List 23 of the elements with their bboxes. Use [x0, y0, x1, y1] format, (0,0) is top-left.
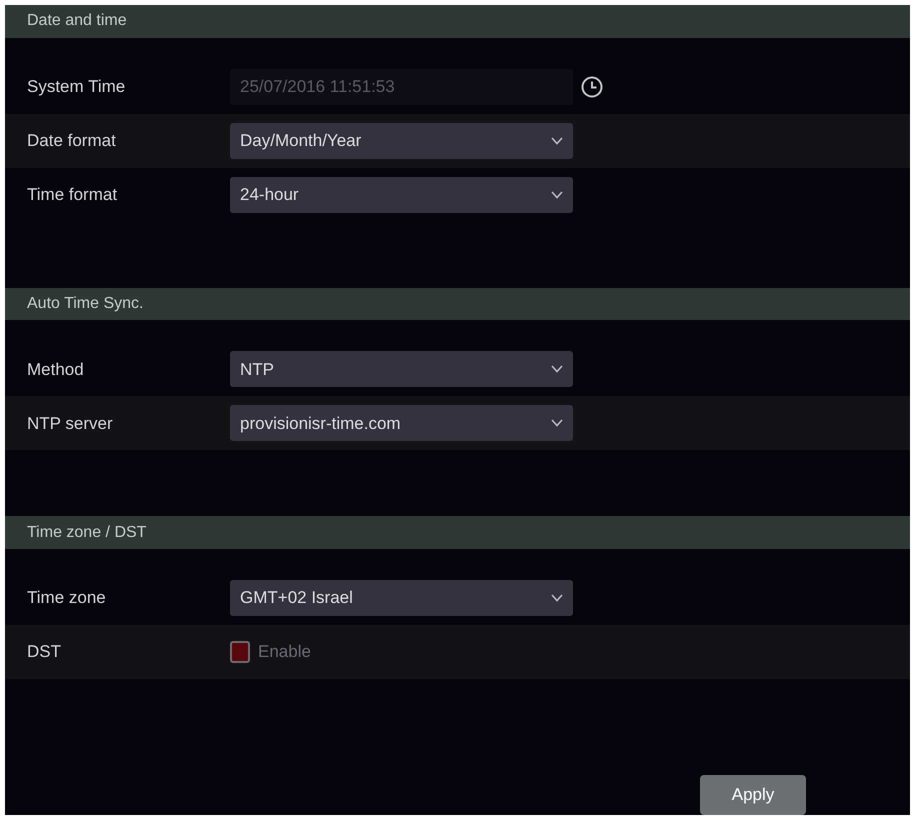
- section-header: Time zone / DST: [5, 516, 910, 550]
- clock-icon[interactable]: [581, 76, 603, 98]
- caret-icon: [551, 136, 563, 145]
- dropdown-select[interactable]: provisionisr-time.com: [230, 405, 573, 442]
- dropdown-select[interactable]: NTP: [230, 351, 573, 388]
- field-label: Time format: [27, 184, 118, 206]
- checkbox-label: Enable: [258, 641, 311, 664]
- section-header: Auto Time Sync.: [5, 288, 910, 320]
- field-label: System Time: [27, 76, 126, 98]
- field-label: DST: [27, 641, 62, 664]
- dropdown-select[interactable]: GMT+02 Israel: [230, 580, 573, 616]
- apply-button[interactable]: Apply: [700, 775, 806, 816]
- dropdown-select[interactable]: 24-hour: [230, 176, 573, 213]
- section-header: Date and time: [5, 5, 910, 38]
- field-label: NTP server: [27, 412, 114, 435]
- field-label: Method: [27, 358, 85, 381]
- dropdown-select[interactable]: Day/Month/Year: [230, 122, 573, 159]
- field-label: Date format: [27, 130, 117, 152]
- caret-icon: [551, 190, 563, 199]
- caret-icon: [551, 365, 563, 374]
- field-label: Time zone: [27, 587, 107, 610]
- caret-icon: [551, 419, 563, 428]
- caret-icon: [551, 594, 563, 602]
